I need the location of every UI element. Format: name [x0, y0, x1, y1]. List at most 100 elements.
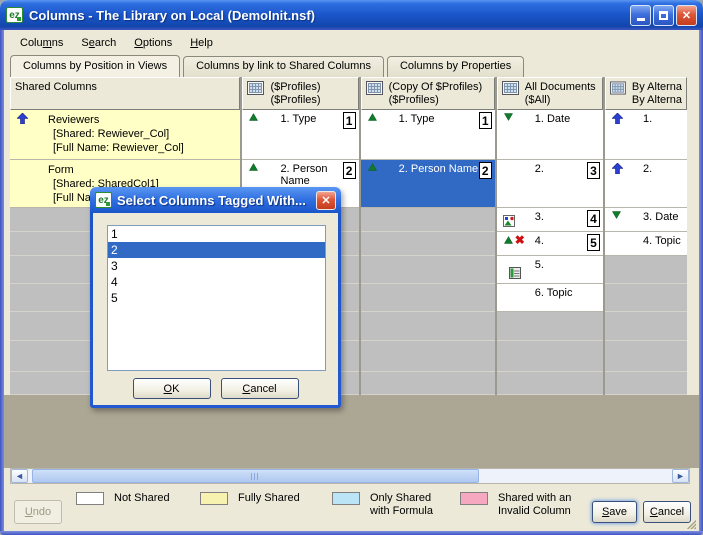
save-button[interactable]: Save	[592, 501, 637, 523]
app-window: ez Columns - The Library on Local (DemoI…	[0, 0, 703, 535]
empty-cell	[361, 232, 495, 256]
maximize-button[interactable]	[653, 5, 674, 26]
view-grid-icon	[610, 81, 626, 95]
minimize-icon	[637, 18, 645, 21]
green-down-triangle-icon	[612, 211, 621, 219]
legend-swatch-fully-shared	[200, 492, 228, 505]
shared-cell-reviewers[interactable]: Reviewers [Shared: Rewiever_Col] [Full N…	[10, 110, 240, 160]
view-header-all-documents[interactable]: All Documents ($All)	[497, 77, 603, 110]
column-cell-label: 6. Topic	[535, 287, 573, 299]
tag-number-box: 3	[587, 162, 600, 179]
legend-swatch-invalid	[460, 492, 488, 505]
empty-cell	[361, 256, 495, 284]
dialog-close-button[interactable]: ✕	[316, 191, 336, 210]
column-cell-selected[interactable]: 2. Person Name 2	[361, 160, 495, 208]
tag-number-box: 4	[587, 210, 600, 227]
shared-columns-header-label: Shared Columns	[15, 81, 97, 93]
legend-swatch-only-shared	[332, 492, 360, 505]
dialog-title-bar[interactable]: ez Select Columns Tagged With... ✕	[93, 187, 338, 213]
empty-cell	[361, 372, 495, 395]
menu-help[interactable]: Help	[182, 34, 221, 52]
empty-cell	[497, 312, 603, 341]
empty-cell	[361, 284, 495, 312]
window-title: Columns - The Library on Local (DemoInit…	[29, 8, 630, 23]
column-cell[interactable]: 5.	[497, 256, 603, 284]
scroll-left-button[interactable]: ◄	[11, 469, 28, 483]
column-cell[interactable]: 4. Topic	[605, 232, 687, 256]
column-cell[interactable]: 1. Type 1	[361, 110, 495, 160]
window-border-right	[699, 28, 703, 535]
column-cell-label: 2.	[643, 163, 652, 175]
legend-not-shared: Not Shared	[76, 492, 170, 505]
view-header-copy-of-profiles[interactable]: (Copy Of $Profiles) ($Profiles)	[361, 77, 495, 110]
tag-list-item[interactable]: 4	[108, 274, 325, 290]
empty-cell	[605, 312, 687, 341]
title-bar[interactable]: ez Columns - The Library on Local (DemoI…	[0, 0, 703, 30]
column-cell-label: 1.	[643, 113, 652, 125]
view-column-by-alterna: By Alterna By Alterna 1. 2. 3. Date 4. T…	[605, 77, 687, 395]
tab-columns-by-position[interactable]: Columns by Position in Views	[10, 55, 180, 77]
dialog-cancel-button[interactable]: Cancel	[221, 378, 299, 399]
tag-listbox[interactable]: 1 2 3 4 5	[107, 225, 326, 371]
view-name-line2: ($Profiles)	[270, 94, 320, 107]
column-cell[interactable]: 3. 4	[497, 208, 603, 232]
menu-columns[interactable]: Columns	[12, 34, 71, 52]
view-header-by-alterna[interactable]: By Alterna By Alterna	[605, 77, 687, 110]
shared-column-shared-alias: [Shared: Rewiever_Col]	[53, 127, 184, 141]
tab-columns-by-properties[interactable]: Columns by Properties	[387, 56, 524, 77]
shared-columns-header[interactable]: Shared Columns	[10, 77, 240, 110]
tag-list-item[interactable]: 3	[108, 258, 325, 274]
close-button[interactable]: ✕	[676, 5, 697, 26]
view-name-line2: By Alterna	[632, 94, 682, 107]
empty-cell	[361, 208, 495, 232]
tag-list-item[interactable]: 1	[108, 226, 325, 242]
tag-list-item[interactable]: 5	[108, 290, 325, 306]
green-up-triangle-icon	[504, 236, 513, 244]
window-border-left	[0, 28, 4, 535]
legend-label: Not Shared	[114, 492, 170, 505]
dialog-ok-button[interactable]: OK	[133, 378, 211, 399]
invalid-red-x-icon: ✖	[515, 235, 525, 245]
view-name-line2: ($All)	[525, 94, 596, 107]
green-up-triangle-icon	[368, 113, 377, 121]
scrollbar-thumb[interactable]	[32, 469, 479, 483]
column-cell[interactable]: 3. Date	[605, 208, 687, 232]
view-name-line1: (Copy Of $Profiles)	[389, 81, 483, 94]
view-name-line1: ($Profiles)	[270, 81, 320, 94]
column-cell[interactable]: 1.	[605, 110, 687, 160]
column-cell[interactable]: 2. 3	[497, 160, 603, 208]
shared-column-full-name: [Full Name: Rewiever_Col]	[53, 141, 184, 155]
blue-up-arrow-icon	[612, 163, 623, 174]
view-header-profiles[interactable]: ($Profiles) ($Profiles)	[242, 77, 358, 110]
tag-number-box: 1	[479, 112, 492, 129]
scroll-right-button[interactable]: ►	[672, 469, 689, 483]
legend-label-line1: Shared with an	[498, 492, 571, 505]
minimize-button[interactable]	[630, 5, 651, 26]
blue-up-arrow-icon	[17, 113, 28, 124]
cancel-button[interactable]: Cancel	[643, 501, 691, 523]
tag-number-box: 2	[343, 162, 356, 179]
column-cell[interactable]: 6. Topic	[497, 284, 603, 312]
column-cell[interactable]: 2.	[605, 160, 687, 208]
menu-search[interactable]: Search	[73, 34, 124, 52]
dialog-button-row: OK Cancel	[93, 378, 338, 399]
tag-list-item-selected[interactable]: 2	[108, 242, 325, 258]
footer-bar: Undo Not Shared Fully Shared Only Shared…	[4, 484, 699, 531]
column-cell[interactable]: ✖ 4. 5	[497, 232, 603, 256]
shared-column-name: Reviewers	[48, 113, 184, 127]
tag-number-box: 1	[343, 112, 356, 129]
empty-cell	[361, 341, 495, 372]
horizontal-scrollbar[interactable]: ◄ ►	[10, 468, 690, 484]
column-cell[interactable]: 1. Date	[497, 110, 603, 160]
green-up-triangle-icon	[249, 113, 258, 121]
column-cell[interactable]: 1. Type 1	[242, 110, 358, 160]
resize-grip[interactable]	[685, 518, 696, 529]
column-cell-label: 2. Person Name	[399, 163, 478, 175]
tab-columns-by-link[interactable]: Columns by link to Shared Columns	[183, 56, 384, 77]
legend-label: Fully Shared	[238, 492, 300, 505]
window-border-bottom	[0, 531, 703, 535]
undo-button[interactable]: Undo	[14, 500, 62, 524]
legend-label-line2: Invalid Column	[498, 505, 571, 518]
column-cell-label: 2.	[535, 163, 544, 175]
menu-options[interactable]: Options	[126, 34, 180, 52]
